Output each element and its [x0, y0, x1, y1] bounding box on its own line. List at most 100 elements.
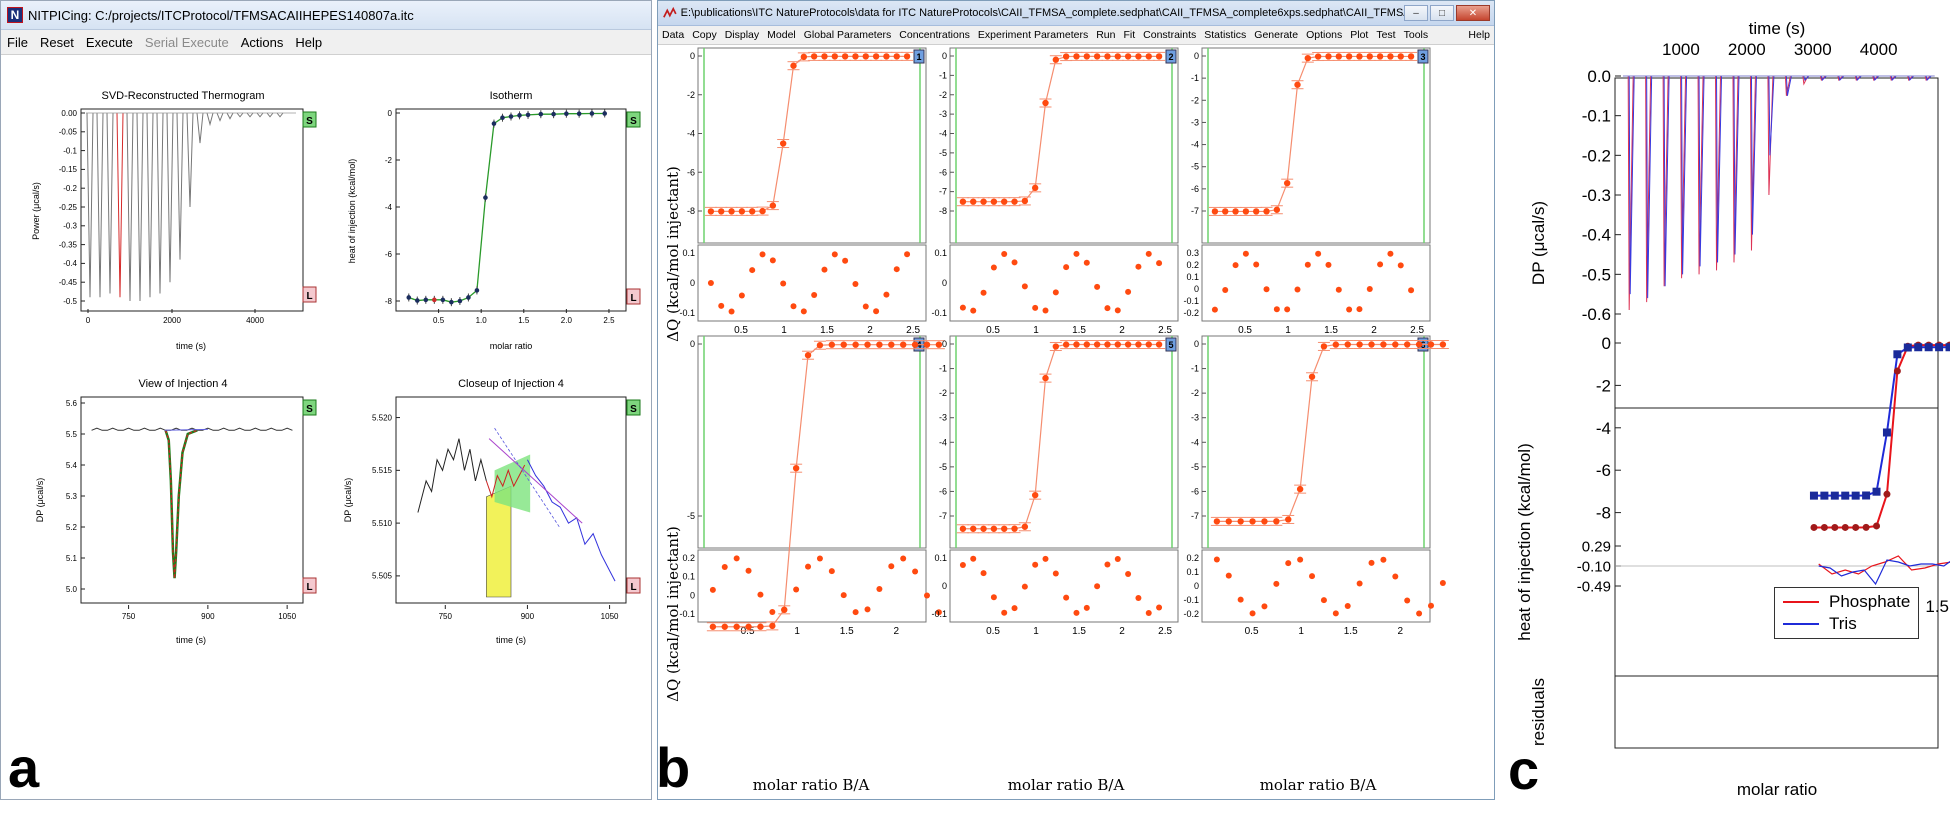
- sed-point: [980, 198, 987, 205]
- sed-rtick-label: 0: [942, 581, 947, 591]
- sed-point: [1263, 208, 1270, 215]
- menu-experiment-parameters[interactable]: Experiment Parameters: [974, 29, 1092, 41]
- sed-rtick-label: -0.1: [1183, 595, 1199, 605]
- iso-xtick-label: 0.5: [433, 316, 445, 325]
- c-heat-tris-point: [1841, 491, 1850, 500]
- sed-point: [841, 53, 849, 60]
- sed-residual-point: [1368, 559, 1375, 566]
- sed-residual-point: [831, 251, 838, 258]
- sed-point: [872, 53, 880, 60]
- sed-residual-point: [1042, 555, 1049, 562]
- sed-ytick-label: -7: [939, 187, 947, 197]
- sed-residual-point: [862, 303, 869, 310]
- sed-ytick-label: -3: [939, 413, 947, 423]
- menu-help-b[interactable]: Help: [1464, 29, 1494, 41]
- sed-point: [792, 464, 800, 472]
- sed-xtick-label: 1.5: [840, 626, 854, 637]
- iso-point: [423, 297, 429, 303]
- thermo-ytick-label: -0.45: [59, 278, 78, 287]
- sed-residual-point: [1021, 283, 1028, 290]
- iso-point: [500, 115, 505, 120]
- maximize-icon[interactable]: □: [1430, 5, 1454, 21]
- menu-execute[interactable]: Execute: [80, 35, 139, 50]
- sed-residual-point: [1135, 595, 1142, 602]
- sed-point: [1232, 208, 1239, 215]
- sed-point: [888, 341, 895, 348]
- iso-point: [517, 113, 522, 118]
- sed-point: [1294, 81, 1301, 88]
- c-heat-tris-point: [1820, 491, 1829, 500]
- sed-xtick-label: 1: [1033, 626, 1039, 637]
- sed-point: [1356, 341, 1363, 348]
- menu-constraints[interactable]: Constraints: [1139, 29, 1200, 41]
- menu-options[interactable]: Options: [1302, 29, 1346, 41]
- sed-residual-point: [805, 563, 812, 570]
- menu-statistics[interactable]: Statistics: [1200, 29, 1250, 41]
- sed-residual-point: [1083, 604, 1090, 611]
- sed-xtick-label: 2: [893, 626, 899, 637]
- menu-concentrations[interactable]: Concentrations: [895, 29, 974, 41]
- sed-residual-point: [1073, 250, 1080, 257]
- sedphat-xlabel-1: molar ratio B/A: [753, 776, 870, 794]
- sed-residual-point: [1114, 555, 1121, 562]
- sed-residual-point: [883, 291, 890, 298]
- sed-rtick-label: 0.1: [682, 248, 695, 258]
- menu-actions[interactable]: Actions: [235, 35, 290, 50]
- sed-point: [1104, 53, 1111, 60]
- sed-xtick-label: 2: [1119, 325, 1125, 336]
- c-res-ylabel: residuals: [1529, 678, 1548, 746]
- menu-serial-execute[interactable]: Serial Execute: [139, 35, 235, 50]
- sed-residual-point: [1309, 573, 1316, 580]
- minimize-icon[interactable]: –: [1404, 5, 1428, 21]
- sed-residual-point: [1304, 261, 1311, 268]
- c-dp-ytick-label: 0.0: [1587, 67, 1611, 86]
- sed-ytick-label: 0: [942, 339, 947, 349]
- sed-residual-point: [1213, 556, 1220, 563]
- menu-fit[interactable]: Fit: [1119, 29, 1139, 41]
- sed-point: [816, 342, 824, 349]
- menu-model[interactable]: Model: [763, 29, 800, 41]
- sed-residual-point: [1263, 286, 1270, 293]
- cls-ytick-label: 5.515: [372, 466, 393, 475]
- menu-file[interactable]: File: [1, 35, 34, 50]
- sed-ytick-label: -7: [1191, 206, 1199, 216]
- iso-ytick-label: -4: [385, 203, 393, 212]
- sed-ytick-label: -1: [1191, 364, 1199, 374]
- menu-tools[interactable]: Tools: [1400, 29, 1433, 41]
- c-heat-phosphate-point: [1810, 523, 1818, 531]
- sed-ytick-label: 0: [1194, 339, 1199, 349]
- c-top-xtick-label: 3000: [1794, 40, 1832, 59]
- sed-residual-point: [790, 303, 797, 310]
- iso-point: [440, 297, 446, 303]
- c-top-xtick-label: 4000: [1860, 40, 1898, 59]
- sedphat-app-icon: [663, 6, 677, 18]
- menu-copy[interactable]: Copy: [688, 29, 721, 41]
- c-res-ytick-label: -0.10: [1577, 558, 1611, 575]
- sed-ytick-label: -2: [687, 90, 695, 100]
- menu-reset[interactable]: Reset: [34, 35, 80, 50]
- injection-l-label: L: [306, 582, 312, 593]
- menu-generate[interactable]: Generate: [1250, 29, 1302, 41]
- sed-point: [707, 208, 715, 215]
- sed-ytick-label: -5: [939, 148, 947, 158]
- legend-swatch-phosphate: [1783, 601, 1819, 603]
- c-res-axes: [1614, 675, 1939, 749]
- menu-global-parameters[interactable]: Global Parameters: [800, 29, 896, 41]
- menu-data[interactable]: Data: [658, 29, 688, 41]
- inj-ytick-label: 5.5: [66, 430, 78, 439]
- menu-run[interactable]: Run: [1092, 29, 1119, 41]
- menu-display[interactable]: Display: [721, 29, 763, 41]
- sed-point: [980, 525, 987, 532]
- sed-point: [810, 53, 818, 60]
- menu-plot[interactable]: Plot: [1346, 29, 1372, 41]
- menu-test[interactable]: Test: [1372, 29, 1399, 41]
- sed-res-axes: [1201, 549, 1431, 623]
- menu-help[interactable]: Help: [289, 35, 328, 50]
- c-heat-tris-point: [1862, 491, 1871, 500]
- sed-residual-point: [888, 563, 895, 570]
- sed-residual-point: [738, 292, 745, 299]
- sed-xtick-label: 0.5: [1245, 626, 1259, 637]
- sed-residual-point: [759, 251, 766, 258]
- close-icon[interactable]: ✕: [1456, 5, 1490, 21]
- thermo-ytick-label: -0.25: [59, 203, 78, 212]
